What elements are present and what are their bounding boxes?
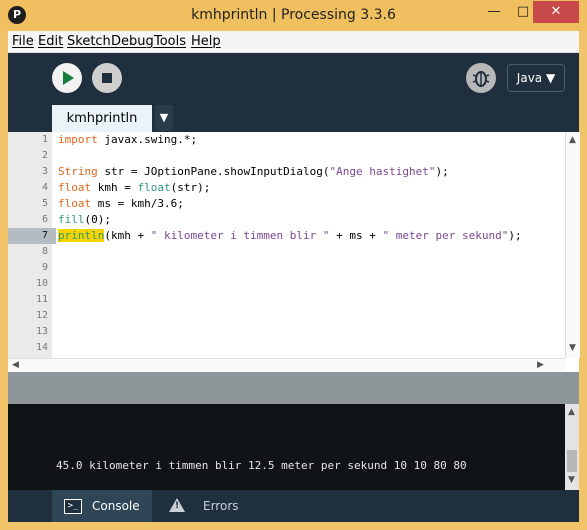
code-line-1: import javax.swing.*; (58, 133, 198, 146)
code-line-7: println(kmh + " kilometer i timmen blir … (58, 229, 522, 242)
line-number: 3 (41, 166, 48, 177)
code-line-4: float kmh = float(str); (58, 181, 211, 194)
scroll-up-icon[interactable]: ▲ (568, 407, 575, 417)
bug-icon (472, 71, 490, 87)
scroll-right-icon[interactable]: ▶ (537, 360, 544, 370)
menu-tools[interactable]: Tools (154, 34, 186, 49)
code-line: 12 (8, 308, 565, 324)
tab-errors[interactable]: ! Errors (163, 490, 253, 522)
editor-horizontal-scrollbar[interactable]: ◀ ▶ (8, 358, 565, 373)
title-bar: P kmhprintln | Processing 3.3.6 — □ ✕ (0, 0, 587, 31)
menu-edit[interactable]: Edit (38, 34, 63, 49)
code-line: 6 fill(0); (8, 212, 565, 228)
code-line: 9 (8, 260, 565, 276)
code-line-6: fill(0); (58, 213, 111, 226)
code-line-3: String str = JOptionPane.showInputDialog… (58, 165, 449, 178)
code-line: 1 import javax.swing.*; (8, 132, 565, 148)
play-icon (63, 71, 74, 85)
toolbar: Java ▼ (8, 53, 579, 104)
panel-divider[interactable] (8, 372, 579, 404)
close-button[interactable]: ✕ (533, 1, 579, 23)
bottom-tab-bar: >_ Console ! Errors (8, 490, 579, 522)
tab-errors-label: Errors (203, 499, 239, 513)
line-number: 14 (35, 342, 48, 353)
code-line-current: 7 println(kmh + " kilometer i timmen bli… (8, 228, 565, 244)
line-number: 12 (35, 310, 48, 321)
code-line: 8 (8, 244, 565, 260)
code-line: 3 String str = JOptionPane.showInputDial… (8, 164, 565, 180)
tab-bar: kmhprintln ▼ (8, 104, 579, 132)
line-number: 1 (41, 134, 48, 145)
editor-vertical-scrollbar[interactable]: ▲ ▼ (565, 132, 580, 358)
code-editor[interactable]: 1 import javax.swing.*; 2 3 String str =… (8, 132, 565, 358)
menu-bar: File Edit Sketch Debug Tools Help (8, 31, 579, 53)
stop-button[interactable] (92, 63, 122, 93)
line-number: 4 (41, 182, 48, 193)
tab-console[interactable]: >_ Console (52, 490, 152, 522)
code-line: 5 float ms = kmh/3.6; (8, 196, 565, 212)
scroll-up-icon[interactable]: ▲ (569, 135, 576, 145)
tab-console-label: Console (92, 499, 140, 513)
console-panel: 45.0 kilometer i timmen blir 12.5 meter … (8, 404, 565, 490)
line-number: 7 (41, 230, 48, 241)
menu-help[interactable]: Help (191, 34, 221, 49)
line-number: 13 (35, 326, 48, 337)
menu-debug[interactable]: Debug (111, 34, 154, 49)
warning-icon-mark: ! (175, 501, 180, 511)
scroll-left-icon[interactable]: ◀ (12, 360, 19, 370)
code-line: 2 (8, 148, 565, 164)
run-button[interactable] (52, 63, 82, 93)
menu-file[interactable]: File (12, 34, 34, 49)
scroll-down-icon[interactable]: ▼ (569, 343, 576, 353)
line-number: 10 (35, 278, 48, 289)
line-number: 8 (41, 246, 48, 257)
menu-sketch[interactable]: Sketch (67, 34, 111, 49)
line-number: 5 (41, 198, 48, 209)
minimize-button[interactable]: — (479, 1, 509, 23)
tab-kmhprintln[interactable]: kmhprintln (52, 105, 152, 132)
line-number: 6 (41, 214, 48, 225)
main-window: File Edit Sketch Debug Tools Help Java ▼… (8, 31, 580, 522)
console-icon: >_ (64, 499, 82, 514)
line-number: 2 (41, 150, 48, 161)
code-line: 14 (8, 340, 565, 356)
tab-menu-button[interactable]: ▼ (155, 105, 173, 131)
code-line-5: float ms = kmh/3.6; (58, 197, 184, 210)
mode-selector[interactable]: Java ▼ (507, 64, 565, 92)
console-scroll-thumb[interactable] (567, 450, 577, 472)
line-number: 9 (41, 262, 48, 273)
line-number: 11 (35, 294, 48, 305)
code-line: 13 (8, 324, 565, 340)
code-line: 4 float kmh = float(str); (8, 180, 565, 196)
code-line: 11 (8, 292, 565, 308)
stop-icon (102, 73, 112, 83)
code-line: 10 (8, 276, 565, 292)
scroll-down-icon[interactable]: ▼ (568, 475, 575, 485)
console-output: 45.0 kilometer i timmen blir 12.5 meter … (56, 459, 467, 472)
console-scrollbar[interactable]: ▲ ▼ (565, 404, 579, 490)
debug-button[interactable] (466, 63, 496, 93)
